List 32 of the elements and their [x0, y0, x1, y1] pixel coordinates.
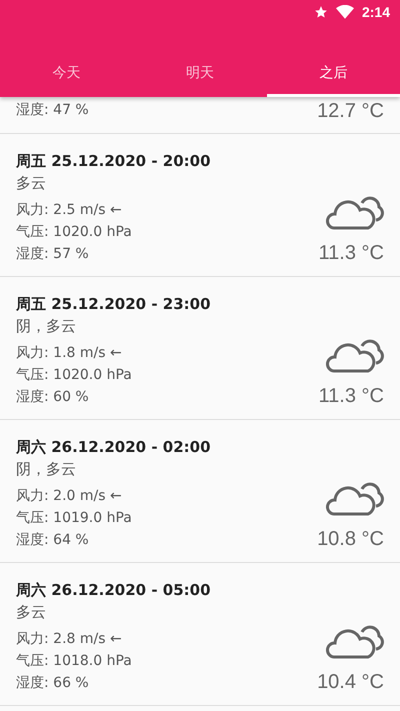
- weather-description: 多云: [16, 173, 47, 194]
- wifi-icon: [336, 5, 354, 19]
- tab[interactable]: 明天: [133, 48, 267, 97]
- pressure-reading: 气压: 1019.0 hPa: [16, 509, 133, 528]
- forecast-date: 周六 26.12.2020 - 05:00: [16, 580, 212, 601]
- temperature: 12.7 °C: [317, 99, 384, 123]
- weather-description: 阴，多云: [16, 459, 77, 480]
- tab[interactable]: 今天: [0, 48, 134, 97]
- temperature: 11.3 °C: [318, 384, 384, 408]
- tab[interactable]: 之后: [266, 48, 400, 97]
- weather-description: 阴，多云: [16, 316, 77, 337]
- forecast-date: 周六 26.12.2020 - 02:00: [16, 437, 212, 458]
- wind-reading: 风力: 2.8 m/s ←: [16, 630, 123, 649]
- humidity-reading: 湿度: 47 %: [16, 101, 90, 120]
- humidity-reading: 湿度: 66 %: [16, 674, 90, 693]
- humidity-reading: 湿度: 64 %: [16, 531, 90, 550]
- star-icon: [314, 5, 328, 19]
- humidity-reading: 湿度: 60 %: [16, 388, 90, 407]
- temperature: 10.4 °C: [317, 670, 384, 694]
- pressure-reading: 气压: 1018.0 hPa: [16, 652, 133, 671]
- forecast-date: 周五 25.12.2020 - 23:00: [16, 294, 212, 315]
- temperature: 11.3 °C: [318, 241, 384, 265]
- humidity-reading: 湿度: 57 %: [16, 245, 90, 264]
- wind-reading: 风力: 1.8 m/s ←: [16, 344, 123, 363]
- pressure-reading: 气压: 1020.0 hPa: [16, 223, 133, 242]
- temperature: 10.8 °C: [317, 527, 384, 551]
- clock-time: 2:14: [362, 4, 390, 20]
- pressure-reading: 气压: 1020.0 hPa: [16, 366, 133, 385]
- weather-description: 多云: [16, 602, 47, 623]
- wind-reading: 风力: 2.0 m/s ←: [16, 487, 123, 506]
- forecast-date: 周五 25.12.2020 - 20:00: [16, 151, 212, 172]
- wind-reading: 风力: 2.5 m/s ←: [16, 201, 123, 220]
